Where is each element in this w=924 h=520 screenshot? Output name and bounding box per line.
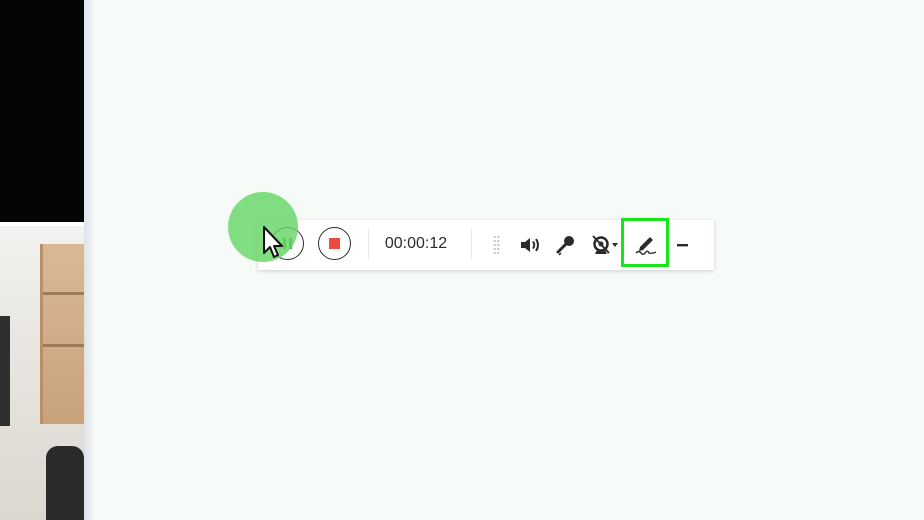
stop-button[interactable] — [318, 227, 351, 260]
speaker-button[interactable] — [518, 232, 544, 258]
drag-handle-icon[interactable] — [493, 235, 500, 255]
speaker-icon — [521, 238, 539, 252]
elapsed-timer: 00:00:12 — [384, 235, 448, 252]
webcam-off-icon — [592, 235, 618, 254]
microphone-button[interactable] — [553, 232, 579, 258]
dark-object — [0, 316, 10, 426]
panel-divider — [84, 0, 94, 520]
mouse-cursor-icon — [263, 226, 283, 258]
wooden-frame — [40, 244, 84, 424]
screen: 00:00:12 — [0, 0, 924, 520]
toolbar-divider — [368, 228, 369, 260]
microphone-icon — [556, 236, 574, 256]
annotate-highlight-box — [621, 218, 669, 267]
stop-icon — [329, 238, 340, 249]
minimize-icon — [677, 244, 688, 247]
webcam-feed — [0, 226, 84, 520]
webcam-preview-panel — [0, 0, 84, 520]
thumb-up-hand — [46, 446, 84, 520]
toolbar-divider — [471, 228, 472, 260]
black-video-area — [0, 0, 84, 222]
minimize-button[interactable] — [670, 232, 696, 258]
webcam-toggle-button[interactable] — [591, 232, 621, 258]
